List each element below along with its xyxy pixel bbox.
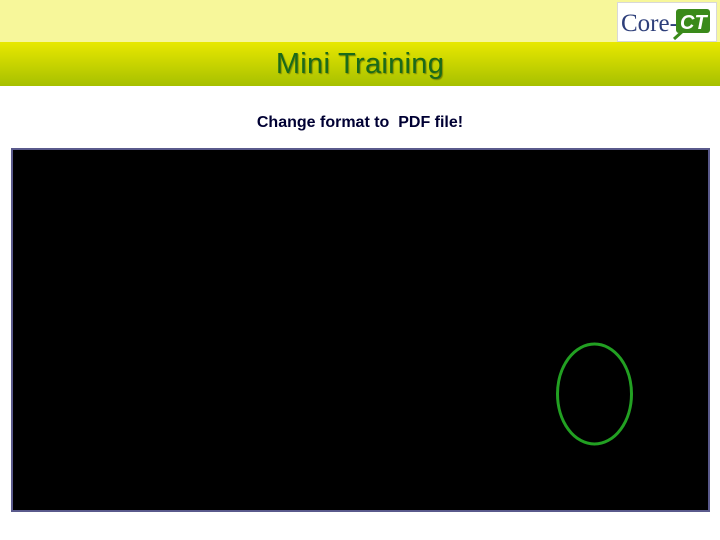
slide-title: Mini Training xyxy=(275,48,445,80)
logo-ct-mark: CT xyxy=(672,9,710,41)
highlight-circle xyxy=(556,342,633,446)
slide: Mini Training Core- CT Change format to … xyxy=(0,0,720,540)
instruction-text: Change format to PDF file! xyxy=(256,114,464,131)
header-band xyxy=(0,0,720,42)
core-ct-logo: Core- CT xyxy=(617,2,717,42)
logo-text-ct: CT xyxy=(680,12,708,34)
logo-text-core: Core- xyxy=(621,10,678,37)
screenshot-area xyxy=(11,148,710,512)
